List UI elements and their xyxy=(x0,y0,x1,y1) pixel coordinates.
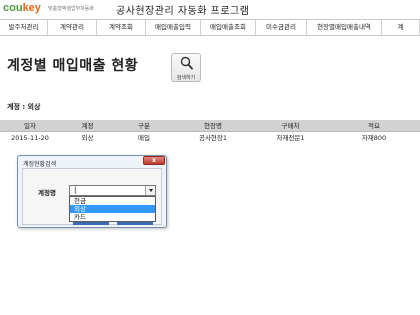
close-button[interactable]: x xyxy=(143,156,165,165)
filter-status: 계정 : 외상 xyxy=(7,103,41,111)
account-dropdown-list: 현금 외상 카드 xyxy=(69,196,156,222)
magnifier-icon xyxy=(180,56,193,70)
dropdown-option[interactable]: 현금 xyxy=(70,197,155,205)
account-name-label: 계정명 xyxy=(38,189,56,197)
nav-item-0[interactable]: 발주처관리 xyxy=(0,20,48,35)
dialog-buttons xyxy=(73,222,153,225)
account-name-combobox[interactable]: | xyxy=(69,185,156,196)
logo-subtitle: 맞춤형엑셀업무자동화 xyxy=(48,6,95,12)
dropdown-option[interactable]: 카드 xyxy=(70,213,155,221)
nav-item-6[interactable]: 현장별매입매출내역 xyxy=(307,20,382,35)
chevron-down-icon[interactable] xyxy=(145,186,155,195)
combobox-value[interactable]: | xyxy=(74,186,76,195)
close-icon: x xyxy=(152,157,156,164)
nav-item-4[interactable]: 매입매출조회 xyxy=(201,20,256,35)
header-site-name[interactable]: 현장명 xyxy=(173,120,253,132)
cell-site-name[interactable]: 공사현장1 xyxy=(173,132,253,144)
page-title: 계정별 매입매출 현황 xyxy=(7,58,139,74)
cell-memo[interactable]: 자재800 xyxy=(328,132,420,144)
cell-account[interactable]: 외상 xyxy=(60,132,115,144)
nav-item-1[interactable]: 계약관리 xyxy=(48,20,97,35)
nav-item-3[interactable]: 매입매출입력 xyxy=(146,20,201,35)
search-button[interactable]: 검색하기 xyxy=(171,53,201,82)
nav-item-7[interactable]: 계 xyxy=(382,20,420,35)
header-date[interactable]: 일자 xyxy=(0,120,60,132)
nav-item-5[interactable]: 미수금관리 xyxy=(256,20,307,35)
table-row[interactable]: 2015-11-20 외상 매입 공사현장1 자재전문1 자재800 xyxy=(0,132,420,144)
header-vendor[interactable]: 구매처 xyxy=(253,120,328,132)
cell-type[interactable]: 매입 xyxy=(115,132,173,144)
coukey-logo: coukey xyxy=(3,2,41,14)
logo-text-key: key xyxy=(22,2,41,14)
top-header: coukey 맞춤형엑셀업무자동화 공사현장관리 자동화 프로그램 xyxy=(0,0,420,18)
cell-date[interactable]: 2015-11-20 xyxy=(0,132,60,144)
main-nav: 발주처관리 계약관리 계약조회 매입매출입력 매입매출조회 미수금관리 현장별매입매출내역 계 xyxy=(0,19,420,36)
logo-text-cou: cou xyxy=(3,2,23,14)
table-header: 일자 계정 구분 현장명 구매처 적요 xyxy=(0,120,420,132)
cell-vendor[interactable]: 자재전문1 xyxy=(253,132,328,144)
dialog-title: 계정현황검색 xyxy=(23,161,57,168)
cancel-button[interactable] xyxy=(117,222,153,225)
header-type[interactable]: 구분 xyxy=(115,120,173,132)
confirm-button[interactable] xyxy=(73,222,109,225)
app-title: 공사현장관리 자동화 프로그램 xyxy=(116,6,250,17)
dialog-body: 계정명 | 현금 외상 카드 xyxy=(22,168,162,225)
dropdown-option[interactable]: 외상 xyxy=(70,205,155,213)
header-memo[interactable]: 적요 xyxy=(328,120,420,132)
results-table: 일자 계정 구분 현장명 구매처 적요 2015-11-20 외상 매입 공사현… xyxy=(0,120,420,144)
nav-item-2[interactable]: 계약조회 xyxy=(97,20,146,35)
account-search-dialog: 계정현황검색 x 계정명 | 현금 외상 카드 xyxy=(17,155,167,228)
search-button-label: 검색하기 xyxy=(176,75,196,81)
header-account[interactable]: 계정 xyxy=(60,120,115,132)
